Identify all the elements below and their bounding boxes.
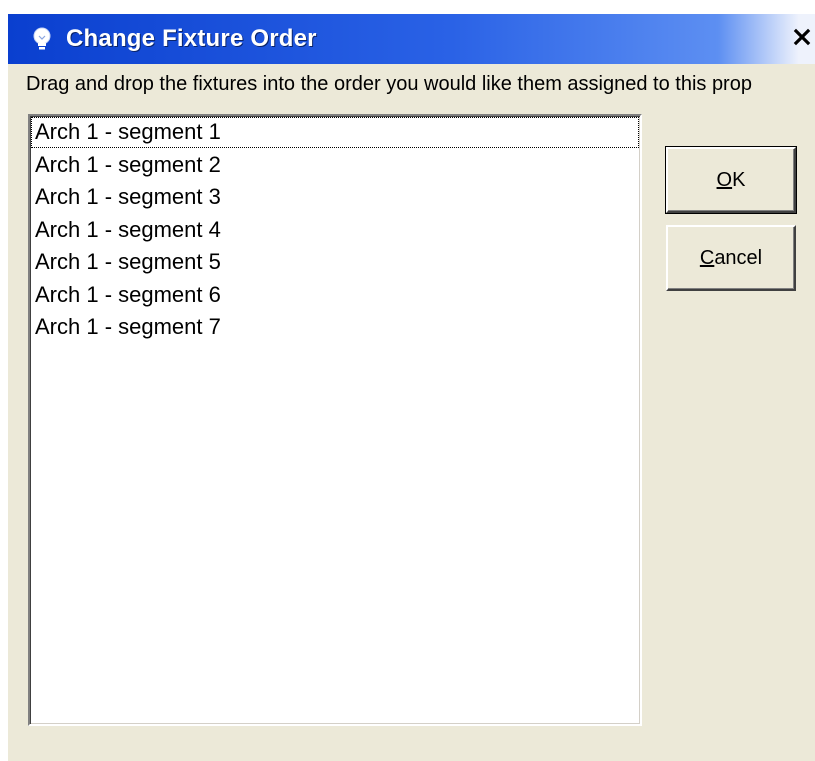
list-item[interactable]: Arch 1 - segment 7: [30, 311, 640, 344]
close-icon: [793, 28, 811, 51]
title-bar[interactable]: Change Fixture Order: [8, 14, 815, 64]
fixture-listbox[interactable]: Arch 1 - segment 1 Arch 1 - segment 2 Ar…: [28, 114, 642, 726]
ok-label-rest: K: [732, 168, 746, 191]
change-fixture-order-dialog: Change Fixture Order Drag and drop the f…: [8, 14, 815, 761]
ok-mnemonic: O: [716, 168, 733, 191]
list-item[interactable]: Arch 1 - segment 6: [30, 279, 640, 312]
ok-button[interactable]: OK: [665, 146, 797, 214]
list-item[interactable]: Arch 1 - segment 1: [30, 116, 640, 149]
list-item[interactable]: Arch 1 - segment 3: [30, 181, 640, 214]
list-item[interactable]: Arch 1 - segment 4: [30, 214, 640, 247]
list-item[interactable]: Arch 1 - segment 2: [30, 149, 640, 182]
cancel-label-rest: ancel: [714, 246, 763, 269]
cancel-button[interactable]: Cancel: [666, 225, 796, 291]
lightbulb-icon: [30, 26, 54, 52]
cancel-mnemonic: C: [699, 246, 715, 269]
instruction-text: Drag and drop the fixtures into the orde…: [26, 73, 752, 95]
dialog-title: Change Fixture Order: [66, 25, 317, 52]
list-item[interactable]: Arch 1 - segment 5: [30, 246, 640, 279]
close-button[interactable]: [789, 24, 815, 54]
